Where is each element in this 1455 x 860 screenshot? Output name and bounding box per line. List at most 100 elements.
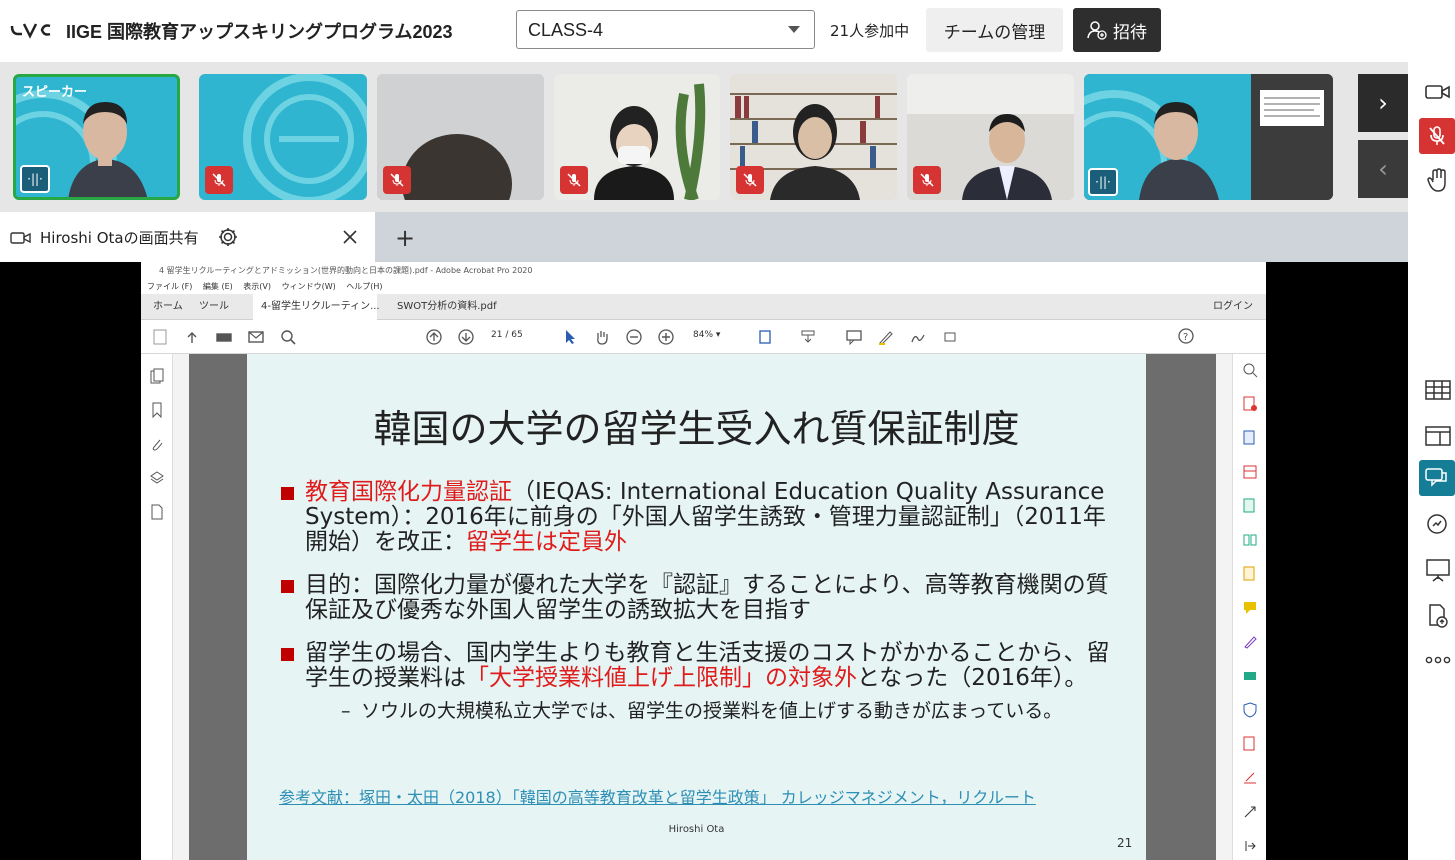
tab-tools[interactable]: ツール (191, 294, 237, 320)
upload-icon[interactable] (183, 329, 201, 345)
whiteboard-button[interactable] (1420, 552, 1455, 588)
hand-icon (1427, 168, 1446, 192)
panel-icon (1425, 426, 1451, 446)
highlight-icon[interactable] (877, 329, 895, 345)
hand-icon[interactable] (593, 329, 611, 345)
page-current[interactable]: 21 (491, 330, 502, 340)
video-camera-icon (1425, 85, 1450, 99)
tab-document-active[interactable]: 4-留学生リクルーティン... (253, 294, 380, 320)
mail-icon[interactable] (247, 329, 265, 345)
select-cursor-icon[interactable] (561, 329, 579, 345)
presentation-icon (1426, 559, 1450, 582)
pdf-icon[interactable] (1242, 736, 1258, 752)
tab-screen-share[interactable]: Hiroshi Otaの画面共有 (0, 212, 375, 262)
video-tile-participant[interactable] (377, 74, 544, 200)
layout-grid-button[interactable] (1420, 372, 1455, 408)
top-bar: IIGE 国際教育アップスキリングプログラム2023 CLASS-4 21人参加… (0, 0, 1455, 62)
zoom-search-icon[interactable] (1242, 362, 1258, 378)
video-tile-participant[interactable] (554, 74, 720, 200)
login-link[interactable]: ログイン (1205, 294, 1261, 320)
raise-hand-button[interactable] (1420, 162, 1455, 198)
export-pdf-icon[interactable] (1242, 430, 1258, 446)
acrobat-title: 4 留学生リクルーティングとアドミッション(世界的動向と日本の課題).pdf -… (141, 262, 1266, 280)
video-camera-icon (10, 232, 31, 244)
acrobat-tools-panel (1232, 354, 1266, 860)
comment-tool-icon[interactable] (1242, 600, 1258, 616)
self-video (1084, 74, 1333, 200)
page-up-icon[interactable] (425, 329, 443, 345)
share-icon[interactable] (941, 329, 959, 345)
vc-logo-icon (10, 23, 51, 39)
collapse-panel-icon[interactable] (1242, 838, 1258, 854)
bullet-text: となった（2016年）。 (857, 665, 1088, 691)
video-tile-avatar[interactable] (199, 74, 367, 200)
print-icon[interactable] (215, 329, 233, 345)
zoom-in-icon[interactable] (657, 329, 675, 345)
scan-icon[interactable] (1242, 566, 1258, 582)
chat-button[interactable] (1419, 460, 1455, 496)
attachment-icon[interactable] (150, 436, 164, 452)
layers-icon[interactable] (150, 470, 164, 486)
more-tools-icon[interactable] (1242, 804, 1258, 820)
organize-icon[interactable] (1242, 532, 1258, 548)
comment-icon[interactable] (845, 329, 863, 345)
slide-page-number: 21 (1117, 836, 1133, 850)
acrobat-menu[interactable]: ファイル (F) 編集 (E) 表示(V) ウィンドウ(W) ヘルプ(H) (141, 280, 1266, 294)
video-tile-speaker[interactable]: スピーカー ·||· (13, 74, 180, 200)
mute-button[interactable] (1419, 118, 1455, 154)
zoom-out-icon[interactable] (625, 329, 643, 345)
mic-off-icon (205, 166, 233, 194)
tab-document-swot[interactable]: SWOT分析の資料.pdf (389, 294, 505, 320)
stamp-icon[interactable] (799, 329, 817, 345)
highlight-text: 留学生は定員外 (466, 529, 627, 555)
invite-label: 招待 (1113, 22, 1147, 43)
file-upload-button[interactable] (1420, 598, 1455, 634)
add-tab-button[interactable]: + (395, 224, 415, 252)
strip-prev-button[interactable]: ‹ (1358, 140, 1408, 198)
right-rail (1408, 62, 1455, 860)
invite-button[interactable]: 招待 (1073, 8, 1161, 52)
search-icon[interactable] (279, 329, 297, 345)
table-icon (1425, 380, 1451, 400)
save-icon[interactable] (151, 329, 169, 345)
page-indicator[interactable]: 21 / 65 (491, 330, 523, 340)
slide-author: Hiroshi Ota (668, 824, 725, 835)
more-button[interactable] (1420, 642, 1455, 678)
document-icon[interactable] (150, 504, 164, 520)
share-tab-bar: Hiroshi Otaの画面共有 + (0, 212, 1408, 262)
reactions-button[interactable] (1420, 506, 1455, 542)
layout-panel-button[interactable] (1420, 418, 1455, 454)
gear-icon[interactable] (217, 226, 239, 248)
add-user-icon (1087, 21, 1107, 40)
sign-icon[interactable] (909, 329, 927, 345)
bookmark-icon[interactable] (150, 402, 164, 418)
close-icon[interactable] (341, 228, 359, 246)
team-manage-button[interactable]: チームの管理 (926, 8, 1063, 52)
camera-button[interactable] (1420, 74, 1455, 110)
page-down-icon[interactable] (457, 329, 475, 345)
protect-icon[interactable] (1242, 702, 1258, 718)
sign-tool-icon[interactable] (1242, 770, 1258, 786)
combine-icon[interactable] (1242, 498, 1258, 514)
video-tile-participant[interactable] (907, 74, 1074, 200)
audio-level-icon: ·||· (20, 165, 50, 193)
fit-page-icon[interactable] (757, 329, 775, 345)
page-total: / 65 (505, 330, 523, 340)
highlight-text: 教育国際化力量認証 (305, 479, 512, 505)
print-production-icon[interactable] (1242, 668, 1258, 684)
mic-off-icon (383, 166, 411, 194)
reference-link[interactable]: 参考文献：塚田・太田（2018）「韓国の高等教育改革と留学生政策」 カレッジマネ… (279, 789, 1119, 807)
zoom-level[interactable]: 84% ▾ (693, 330, 720, 340)
chevron-down-icon (788, 26, 800, 33)
class-select[interactable]: CLASS-4 (516, 10, 815, 49)
audio-level-icon: ·||· (1088, 168, 1118, 196)
fill-sign-icon[interactable] (1242, 634, 1258, 650)
video-tile-participant[interactable] (730, 74, 897, 200)
create-pdf-icon[interactable] (1242, 396, 1258, 412)
video-tile-self[interactable]: ·||· (1084, 74, 1333, 200)
tab-home[interactable]: ホーム (145, 294, 191, 320)
edit-pdf-icon[interactable] (1242, 464, 1258, 480)
strip-next-button[interactable]: › (1358, 74, 1408, 132)
pages-icon[interactable] (150, 368, 164, 384)
help-icon[interactable]: ? (1177, 328, 1195, 344)
